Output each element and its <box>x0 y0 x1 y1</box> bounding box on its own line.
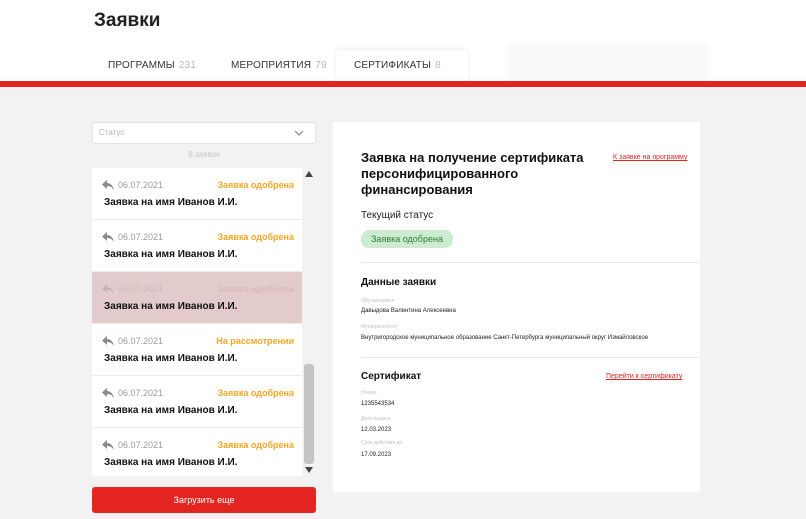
municipality-label: Муниципалитет <box>361 324 398 330</box>
request-status: Заявка одобрена <box>217 440 294 450</box>
scroll-up-icon[interactable] <box>305 171 313 177</box>
list-item[interactable]: 06.07.2021 На рассмотрении Заявка на имя… <box>92 324 302 376</box>
request-name: Заявка на имя Иванов И.И. <box>104 457 238 468</box>
request-date: 06.07.2021 <box>118 336 164 346</box>
reply-arrow-icon <box>102 180 114 190</box>
list-item-selected[interactable]: 06.07.2021 Заявка одобрена Заявка на имя… <box>92 272 302 324</box>
issue-date-label: Дата выдачи <box>361 416 391 422</box>
current-status-label: Текущий статус <box>361 210 434 221</box>
request-name: Заявка на имя Иванов И.И. <box>104 405 238 416</box>
request-name: Заявка на имя Иванов И.И. <box>104 301 238 312</box>
certificate-number: 1235543534 <box>361 401 395 407</box>
issue-date: 12.03.2023 <box>361 427 392 433</box>
request-date: 06.07.2021 <box>118 284 164 294</box>
certificate-section-title: Сертификат <box>361 371 422 382</box>
valid-until: 17.09.2023 <box>361 452 392 458</box>
reply-arrow-icon <box>102 388 114 398</box>
tab-label: СЕРТИФИКАТЫ <box>354 60 432 71</box>
tab-label: ПРОГРАММЫ <box>108 60 175 71</box>
list-scrollbar[interactable] <box>302 168 316 476</box>
tab-count: 231 <box>178 60 197 71</box>
divider <box>361 357 699 358</box>
tab-count: 8 <box>435 60 441 71</box>
request-status: Заявка одобрена <box>217 232 294 242</box>
detail-title: Заявка на получение сертификата персониф… <box>361 150 584 197</box>
municipality-value: Внутригородское муниципальное образовани… <box>361 335 649 341</box>
tab-programs[interactable]: ПРОГРАММЫ 231 <box>94 50 196 82</box>
request-status: На рассмотрении <box>216 336 294 346</box>
status-select-placeholder: Статус <box>99 128 125 137</box>
request-date: 06.07.2021 <box>118 388 164 398</box>
application-section-title: Данные заявки <box>361 277 437 288</box>
page-title: Заявки <box>94 10 161 31</box>
request-date: 06.07.2021 <box>118 440 164 450</box>
requests-list: 06.07.2021 Заявка одобрена Заявка на имя… <box>92 168 302 476</box>
tab-events[interactable]: МЕРОПРИЯТИЯ 79 <box>231 50 327 82</box>
student-label: Обучающийся <box>361 298 395 304</box>
page: Заявки ПРОГРАММЫ 231 МЕРОПРИЯТИЯ 79 СЕРТИФ… <box>0 0 806 519</box>
list-item[interactable]: 06.07.2021 Заявка одобрена Заявка на имя… <box>92 220 302 272</box>
request-name: Заявка на имя Иванов И.И. <box>104 249 238 260</box>
header-placeholder-box <box>508 44 708 84</box>
list-item[interactable]: 06.07.2021 Заявка одобрена Заявка на имя… <box>92 376 302 428</box>
tab-certificates[interactable]: СЕРТИФИКАТЫ 8 <box>336 50 468 82</box>
reply-arrow-icon <box>102 284 114 294</box>
status-select[interactable]: Статус <box>92 122 316 144</box>
request-status: Заявка одобрена <box>217 180 294 190</box>
back-to-program-link[interactable]: К заявке на программу <box>613 154 687 161</box>
reply-arrow-icon <box>102 232 114 242</box>
certificate-number-label: Номер <box>361 390 377 396</box>
request-name: Заявка на имя Иванов И.И. <box>104 353 238 364</box>
reply-arrow-icon <box>102 440 114 450</box>
list-item[interactable]: 06.07.2021 Заявка одобрена Заявка на имя… <box>92 428 302 476</box>
tab-label: МЕРОПРИЯТИЯ <box>231 60 312 71</box>
accent-bar <box>0 81 806 87</box>
list-item[interactable]: 06.07.2021 Заявка одобрена Заявка на имя… <box>92 168 302 220</box>
active-tab-indicator <box>306 30 318 36</box>
request-date: 06.07.2021 <box>118 232 164 242</box>
reply-arrow-icon <box>102 336 114 346</box>
chevron-down-icon <box>294 130 304 136</box>
divider <box>361 262 699 263</box>
header: Заявки ПРОГРАММЫ 231 МЕРОПРИЯТИЯ 79 СЕРТИФ… <box>0 0 806 90</box>
scroll-down-icon[interactable] <box>305 467 313 473</box>
student-value: Давыдова Валентина Алексеевна <box>361 308 456 314</box>
request-detail-card: Заявка на получение сертификата персониф… <box>333 122 700 492</box>
request-name: Заявка на имя Иванов И.И. <box>104 197 238 208</box>
request-date: 06.07.2021 <box>118 180 164 190</box>
tab-count: 79 <box>315 60 327 71</box>
go-to-certificate-link[interactable]: Перейти к сертификату <box>606 373 682 380</box>
load-more-button[interactable]: Загрузить еще <box>92 487 316 513</box>
request-status: Заявка одобрена <box>217 388 294 398</box>
request-status: Заявка одобрена <box>217 284 294 294</box>
status-badge: Заявка одобрена <box>361 230 453 248</box>
scroll-thumb[interactable] <box>304 364 314 464</box>
valid-until-label: Срок действия до <box>361 440 403 446</box>
requests-count: 8 заявок <box>188 150 220 159</box>
